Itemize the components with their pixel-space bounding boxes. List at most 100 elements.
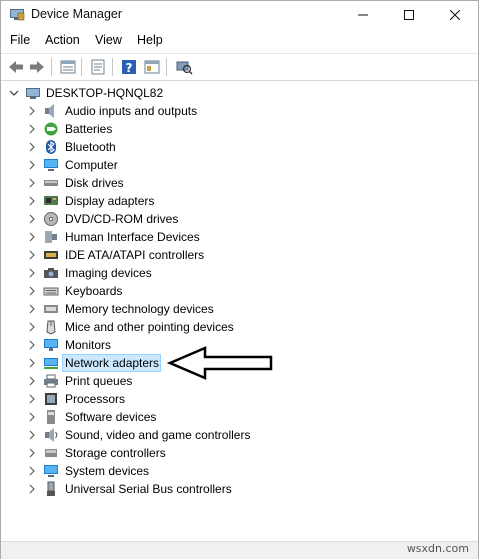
help-icon[interactable]: ? [120, 58, 138, 76]
keyboard-icon [43, 287, 59, 296]
tree-node-dvd-cd-rom-drives[interactable]: DVD/CD-ROM drives [1, 210, 441, 228]
software-device-icon [47, 410, 55, 424]
disk-drive-icon [44, 180, 58, 186]
usb-icon [47, 481, 55, 496]
chevron-right-icon[interactable] [27, 124, 37, 134]
tree-node-mice-and-other-pointing-devices[interactable]: Mice and other pointing devices [1, 318, 441, 336]
chevron-right-icon[interactable] [27, 358, 37, 368]
tree-node-batteries[interactable]: Batteries [1, 120, 441, 138]
tree-node-processors[interactable]: Processors [1, 390, 441, 408]
sound-icon [45, 428, 58, 442]
tree-node-disk-drives[interactable]: Disk drives [1, 174, 441, 192]
toolbar-separator [51, 58, 52, 76]
tree-node-label: System devices [65, 464, 150, 478]
camera-icon [44, 268, 58, 278]
network-adapter-icon [44, 358, 58, 369]
bluetooth-icon [46, 140, 56, 154]
action-view-icon[interactable] [143, 58, 161, 76]
chevron-right-icon[interactable] [27, 430, 37, 440]
tree-root[interactable]: DESKTOP-HQNQL82 [1, 84, 301, 102]
close-icon [450, 10, 460, 20]
chevron-right-icon[interactable] [27, 106, 37, 116]
menu-bar: File Action View Help [1, 30, 478, 52]
menu-help[interactable]: Help [137, 33, 163, 47]
tree-node-imaging-devices[interactable]: Imaging devices [1, 264, 441, 282]
speaker-icon [45, 104, 54, 118]
chevron-right-icon[interactable] [27, 142, 37, 152]
minimize-button[interactable] [340, 1, 386, 29]
ide-controller-icon [44, 251, 58, 259]
mouse-icon [46, 320, 56, 335]
chevron-down-icon[interactable] [9, 88, 19, 98]
chevron-right-icon[interactable] [27, 394, 37, 404]
chevron-right-icon[interactable] [27, 340, 37, 350]
chevron-right-icon[interactable] [27, 304, 37, 314]
minimize-icon [358, 14, 368, 16]
tree-node-label: Processors [65, 392, 126, 406]
tree-node-system-devices[interactable]: System devices [1, 462, 441, 480]
memory-icon [44, 305, 58, 313]
chevron-right-icon[interactable] [27, 196, 37, 206]
chevron-right-icon[interactable] [27, 232, 37, 242]
device-tree[interactable]: DESKTOP-HQNQL82 Audio inputs and outputs… [1, 81, 478, 541]
tree-node-computer[interactable]: Computer [1, 156, 441, 174]
tree-node-label: Display adapters [65, 194, 155, 208]
menu-file[interactable]: File [10, 33, 30, 47]
chevron-right-icon[interactable] [27, 250, 37, 260]
tree-node-sound-video-and-game-controllers[interactable]: Sound, video and game controllers [1, 426, 441, 444]
chevron-right-icon[interactable] [27, 484, 37, 494]
chevron-right-icon[interactable] [27, 466, 37, 476]
toolbar-separator [81, 58, 82, 76]
chevron-right-icon[interactable] [27, 448, 37, 458]
scan-hardware-icon[interactable] [175, 58, 193, 76]
toolbar-separator [166, 58, 167, 76]
maximize-button[interactable] [386, 1, 432, 29]
tree-node-label: Bluetooth [65, 140, 116, 154]
back-arrow-icon[interactable] [7, 58, 25, 76]
device-manager-window: Device Manager File Action View Help ? D… [0, 0, 479, 559]
tree-node-label: Imaging devices [65, 266, 152, 280]
tree-node-label: Universal Serial Bus controllers [65, 482, 232, 496]
dvd-drive-icon [44, 212, 58, 226]
chevron-right-icon[interactable] [27, 412, 37, 422]
tree-node-label: IDE ATA/ATAPI controllers [65, 248, 205, 262]
chevron-right-icon[interactable] [27, 286, 37, 296]
tree-node-human-interface-devices[interactable]: Human Interface Devices [1, 228, 441, 246]
tree-node-audio-inputs-and-outputs[interactable]: Audio inputs and outputs [1, 102, 441, 120]
computer-root-icon [26, 88, 40, 99]
system-device-icon [44, 465, 58, 477]
watermark-text: wsxdn.com [406, 542, 469, 555]
root-computer-label: DESKTOP-HQNQL82 [46, 86, 164, 100]
toolbar: ? [1, 53, 478, 81]
chevron-right-icon[interactable] [27, 268, 37, 278]
tree-node-label: Mice and other pointing devices [65, 320, 234, 334]
tree-node-label: Computer [65, 158, 118, 172]
tree-node-label: Software devices [65, 410, 157, 424]
chevron-right-icon[interactable] [27, 214, 37, 224]
chevron-right-icon[interactable] [27, 178, 37, 188]
tree-node-universal-serial-bus-controllers[interactable]: Universal Serial Bus controllers [1, 480, 441, 498]
chevron-right-icon[interactable] [27, 160, 37, 170]
display-adapter-icon [44, 196, 58, 205]
computer-icon [44, 159, 58, 171]
properties-view-icon[interactable] [59, 58, 77, 76]
tree-node-label: Disk drives [65, 176, 124, 190]
tree-node-software-devices[interactable]: Software devices [1, 408, 441, 426]
tree-node-memory-technology-devices[interactable]: Memory technology devices [1, 300, 441, 318]
update-driver-icon[interactable] [89, 58, 107, 76]
tree-node-bluetooth[interactable]: Bluetooth [1, 138, 441, 156]
tree-node-label: Monitors [65, 338, 112, 352]
chevron-right-icon[interactable] [27, 376, 37, 386]
tree-node-label: Keyboards [65, 284, 123, 298]
tree-node-label: Sound, video and game controllers [65, 428, 251, 442]
forward-arrow-icon[interactable] [28, 58, 46, 76]
tree-node-ide-ata-atapi-controllers[interactable]: IDE ATA/ATAPI controllers [1, 246, 441, 264]
menu-view[interactable]: View [95, 33, 122, 47]
tree-node-keyboards[interactable]: Keyboards [1, 282, 441, 300]
tree-node-display-adapters[interactable]: Display adapters [1, 192, 441, 210]
chevron-right-icon[interactable] [27, 322, 37, 332]
menu-action[interactable]: Action [45, 33, 80, 47]
title-bar[interactable]: Device Manager [1, 1, 478, 29]
close-button[interactable] [432, 1, 478, 29]
tree-node-storage-controllers[interactable]: Storage controllers [1, 444, 441, 462]
